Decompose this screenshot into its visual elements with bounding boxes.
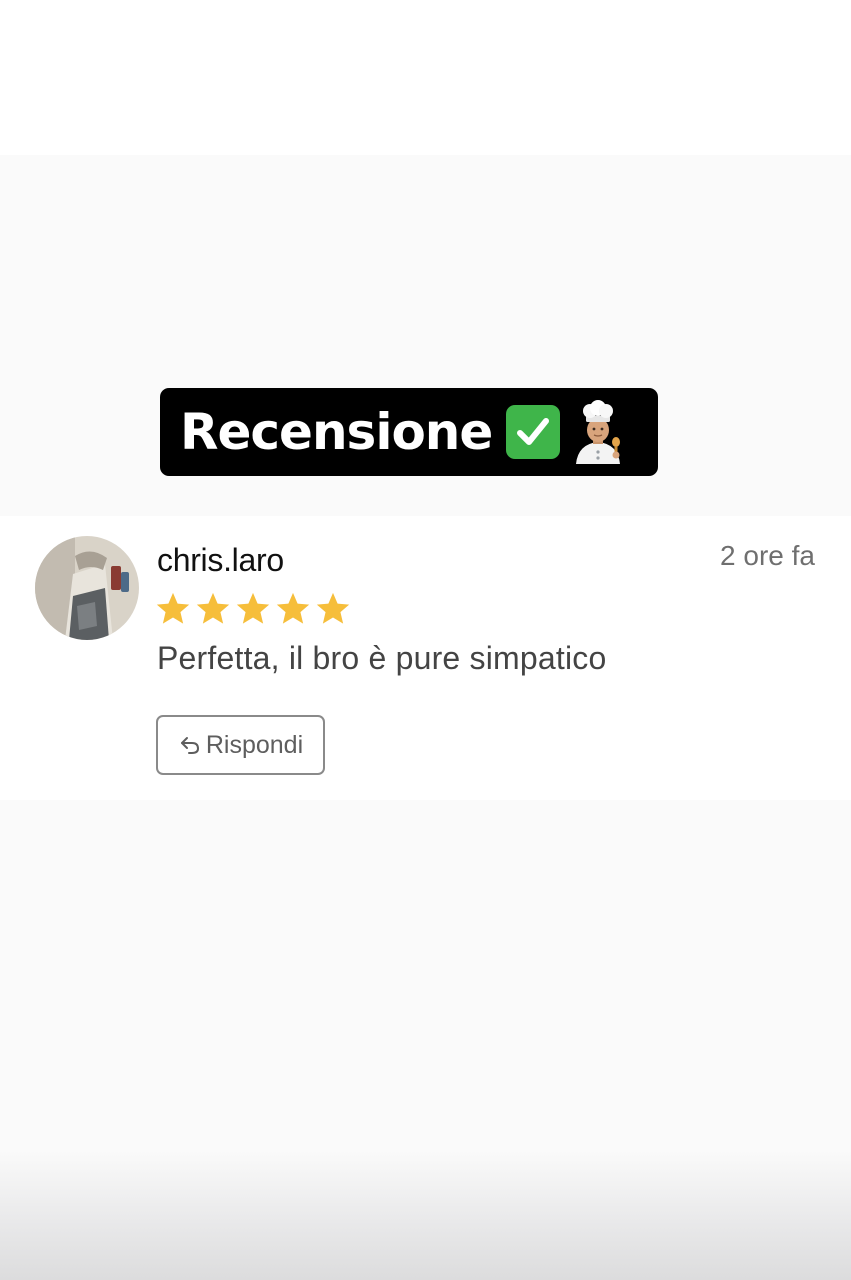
star-icon xyxy=(316,592,350,624)
avatar[interactable] xyxy=(35,536,139,640)
review-text: Perfetta, il bro è pure simpatico xyxy=(157,640,607,676)
reply-label: Rispondi xyxy=(205,730,304,759)
title-badge: Recensione xyxy=(160,388,658,476)
review-timestamp: 2 ore fa xyxy=(720,540,815,571)
star-icon xyxy=(236,592,270,624)
star-icon xyxy=(276,592,310,624)
star-icon xyxy=(156,592,190,624)
reply-arrow-icon xyxy=(180,737,199,754)
review-card: chris.laro 2 ore fa Perfetta, il bro è p… xyxy=(0,516,851,800)
reply-button[interactable]: Rispondi xyxy=(156,715,325,775)
chef-icon xyxy=(570,400,626,464)
title-text: Recensione xyxy=(180,403,493,461)
bottom-gradient xyxy=(0,1150,851,1280)
top-background xyxy=(0,0,851,155)
check-mark-icon xyxy=(506,405,561,459)
review-author: chris.laro xyxy=(157,542,284,578)
star-rating xyxy=(154,590,352,628)
star-icon xyxy=(196,592,230,624)
